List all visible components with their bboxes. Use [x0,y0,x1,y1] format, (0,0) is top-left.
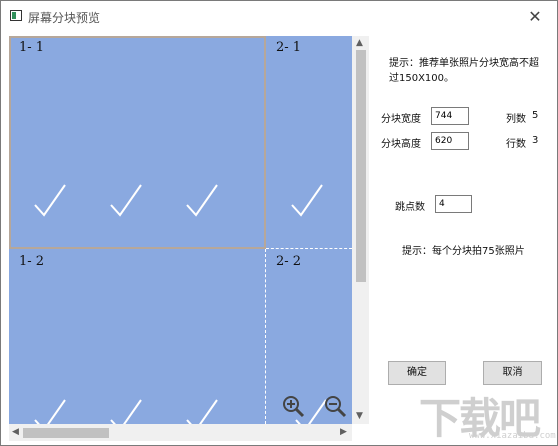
preview-window: 屏幕分块预览 ✕ 1- 1 2- 1 1- 2 2- 2 ▲ ▼ ◀ ▶ 提示：… [0,0,558,446]
zoom-out-icon[interactable] [323,394,347,418]
tile-label: 2- 1 [276,40,302,55]
title-bar: 屏幕分块预览 ✕ [1,1,557,32]
close-button[interactable]: ✕ [513,1,557,32]
columns-label: 列数 [506,114,526,125]
checkmark-icon [110,399,142,424]
tile-divider [265,249,266,424]
tile-divider [266,248,352,249]
ok-button[interactable]: 确定 [388,361,446,385]
vertical-scrollbar[interactable]: ▲ ▼ [352,36,369,424]
block-width-field[interactable] [431,107,469,125]
jump-points-field[interactable] [435,195,472,213]
checkmark-icon [186,399,218,424]
scroll-left-arrow[interactable]: ◀ [12,427,19,437]
checkmark-icon [34,184,66,217]
horizontal-scrollbar[interactable]: ◀ ▶ [9,424,352,441]
photos-per-block-hint: 提示：每个分块拍75张照片 [402,246,525,257]
checkmark-icon [186,184,218,217]
cancel-button[interactable]: 取消 [483,361,542,385]
watermark-url: www.xiazaiba.com [469,431,556,441]
rows-value: 3 [532,135,539,146]
scroll-right-arrow[interactable]: ▶ [340,427,347,437]
tile-preview-canvas[interactable]: 1- 1 2- 1 1- 2 2- 2 [9,36,352,424]
tile-label: 1- 2 [19,254,45,269]
scroll-down-arrow[interactable]: ▼ [356,411,363,421]
block-height-label: 分块高度 [381,139,421,150]
checkmark-icon [110,184,142,217]
size-recommendation-hint: 提示：推荐单张照片分块宽高不超过150X100。 [389,58,539,84]
scroll-up-arrow[interactable]: ▲ [356,38,363,48]
checkmark-icon [34,399,66,424]
block-width-label: 分块宽度 [381,114,421,125]
columns-value: 5 [532,110,539,121]
horizontal-scroll-thumb[interactable] [23,428,109,438]
tile-label: 2- 2 [276,254,302,269]
zoom-in-icon[interactable] [281,394,305,418]
app-icon [10,10,22,21]
jump-points-label: 跳点数 [395,202,425,213]
window-title: 屏幕分块预览 [28,11,101,25]
vertical-scroll-thumb[interactable] [356,50,366,282]
checkmark-icon [291,184,323,217]
rows-label: 行数 [506,139,526,150]
block-height-field[interactable] [431,132,469,150]
selected-tile-border [9,36,266,249]
